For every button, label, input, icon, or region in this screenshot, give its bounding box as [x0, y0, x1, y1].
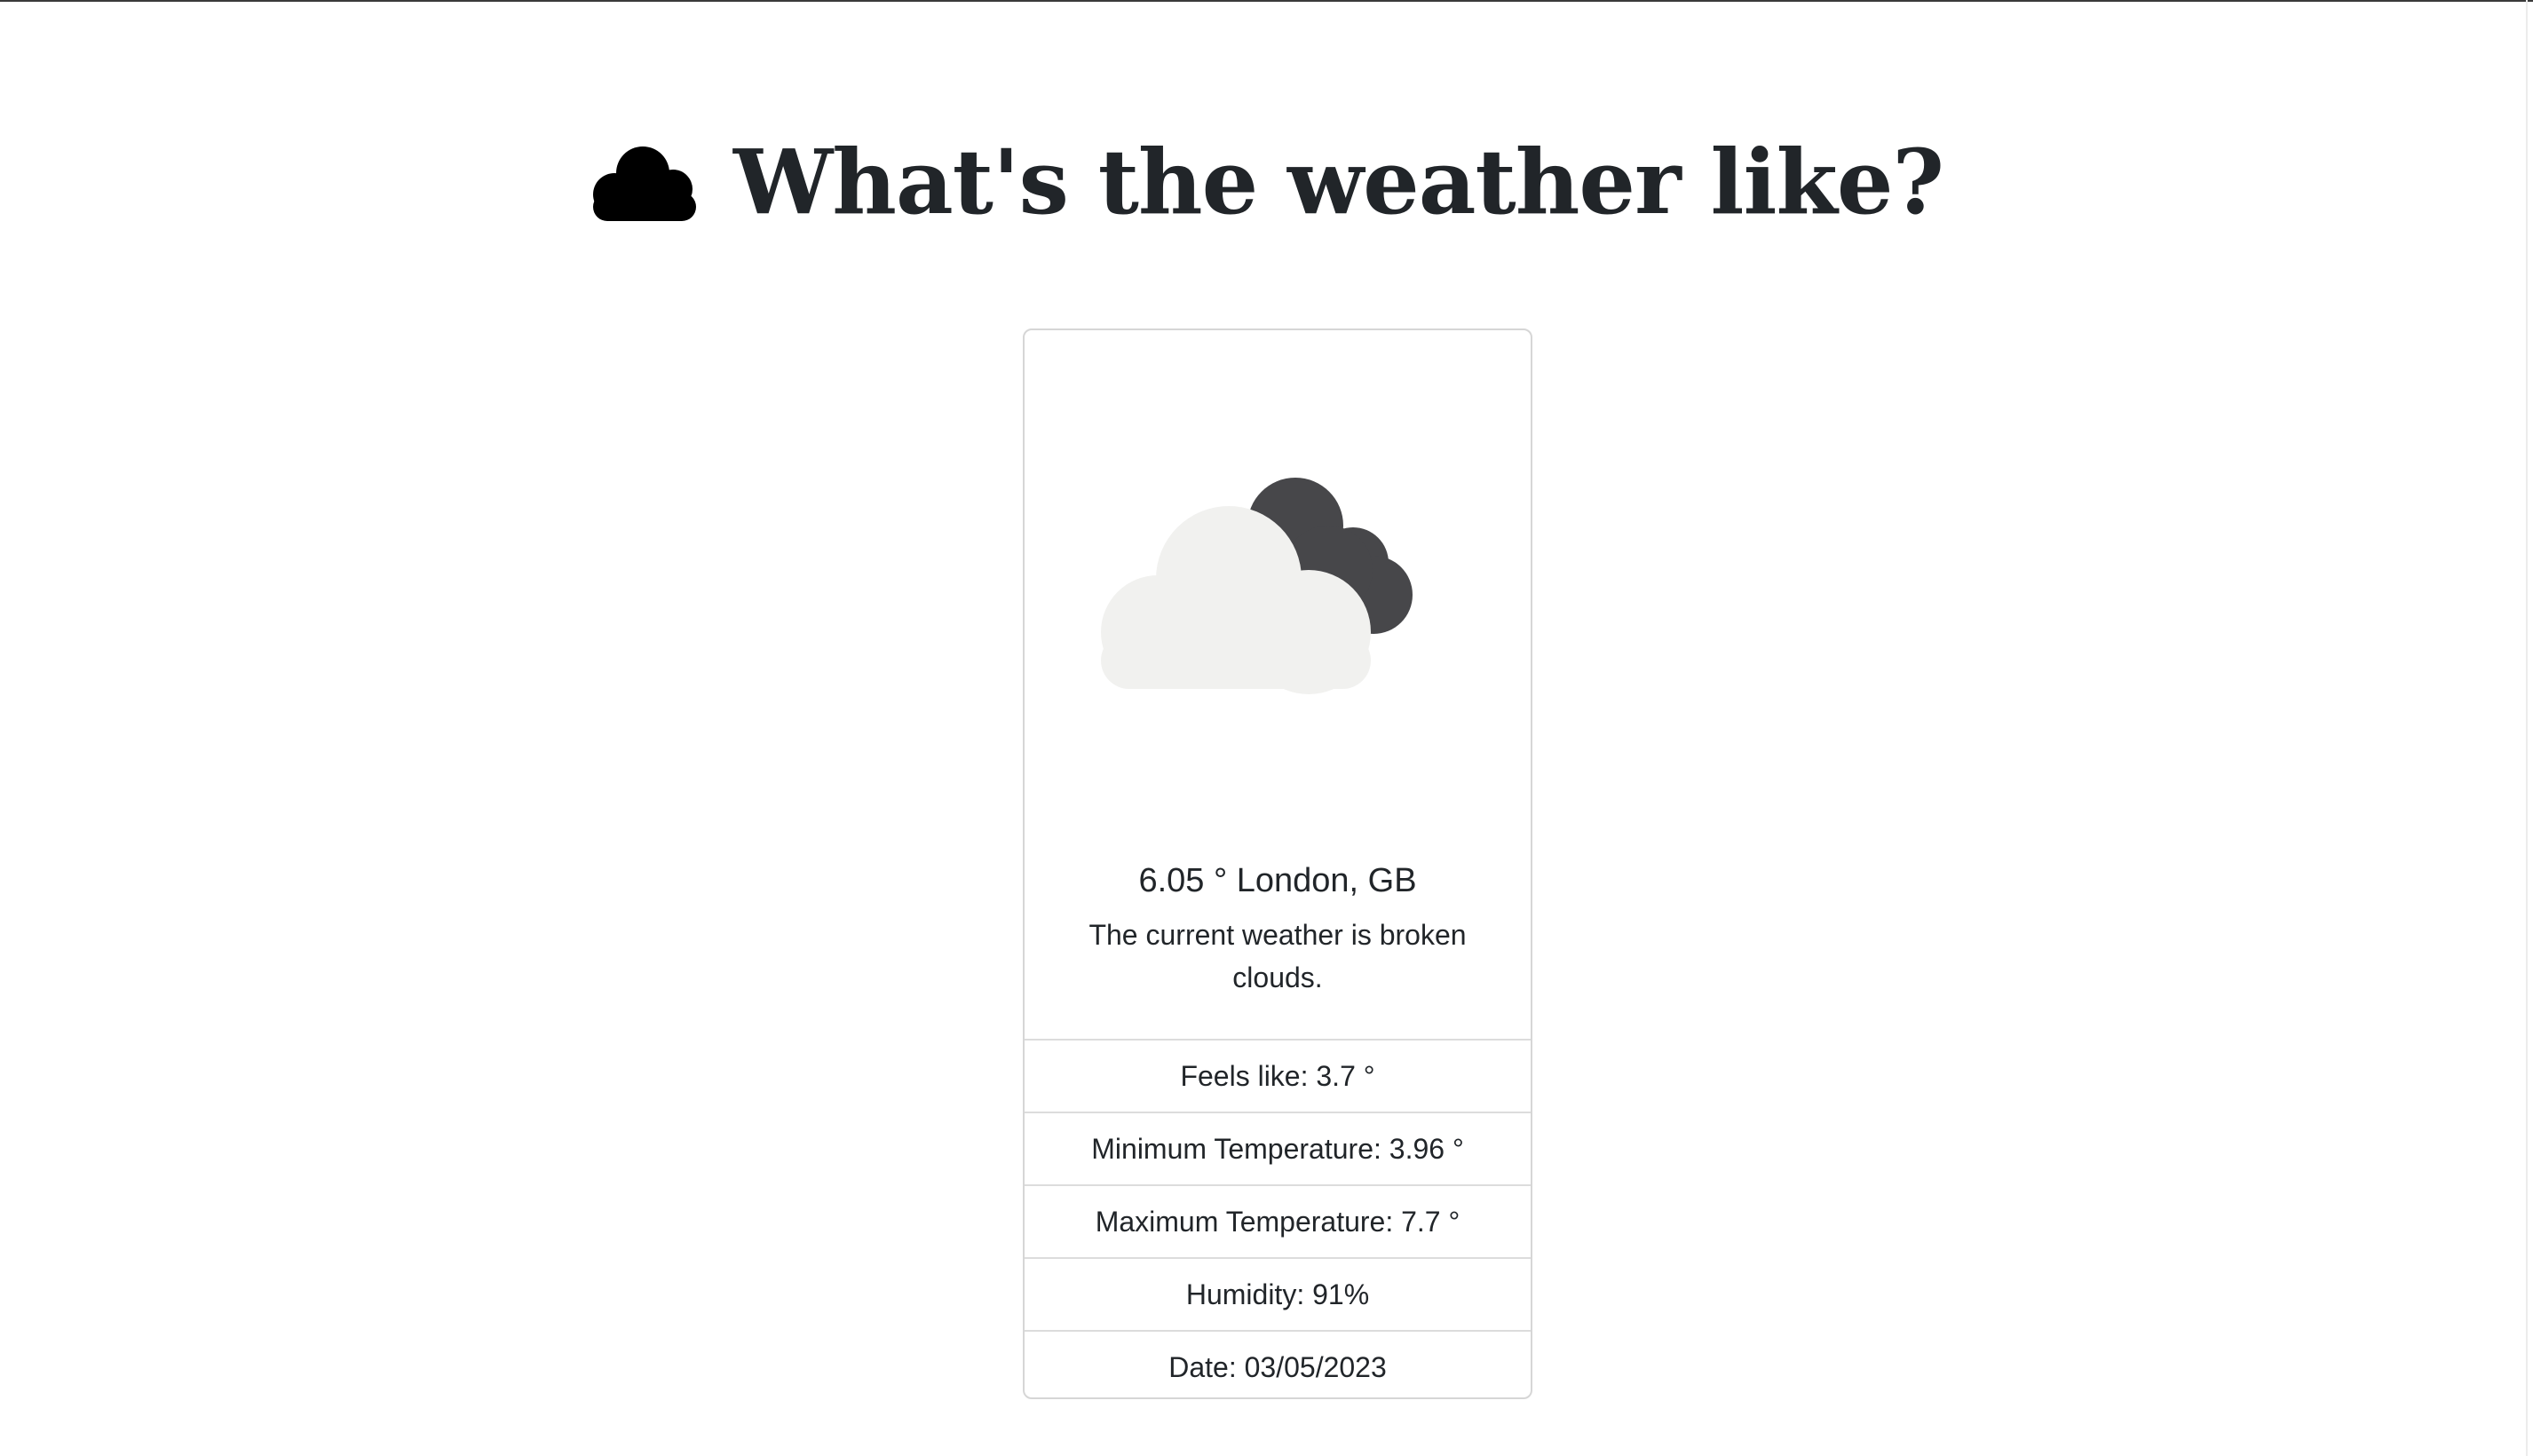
date-item: Date: 03/05/2023 [1025, 1330, 1531, 1397]
broken-clouds-icon [1101, 478, 1413, 694]
page-title: What's the weather like? [732, 130, 1944, 234]
weather-image [1025, 330, 1531, 827]
weather-details-list: Feels like: 3.7 ° Minimum Temperature: 3… [1025, 1039, 1531, 1397]
temperature-location: 6.05 ° London, GB [1138, 862, 1417, 899]
weather-card: 6.05 ° London, GB The current weather is… [1023, 328, 1532, 1399]
feels-like-item: Feels like: 3.7 ° [1025, 1039, 1531, 1112]
page-header: What's the weather like? [0, 124, 2533, 240]
card-body: 6.05 ° London, GB The current weather is… [1025, 859, 1531, 999]
humidity-item: Humidity: 91% [1025, 1257, 1531, 1330]
cloud-icon [590, 143, 700, 221]
weather-description: The current weather is broken clouds. [1088, 919, 1467, 993]
min-temperature-item: Minimum Temperature: 3.96 ° [1025, 1112, 1531, 1184]
top-border [0, 0, 2533, 2]
max-temperature-item: Maximum Temperature: 7.7 ° [1025, 1184, 1531, 1257]
